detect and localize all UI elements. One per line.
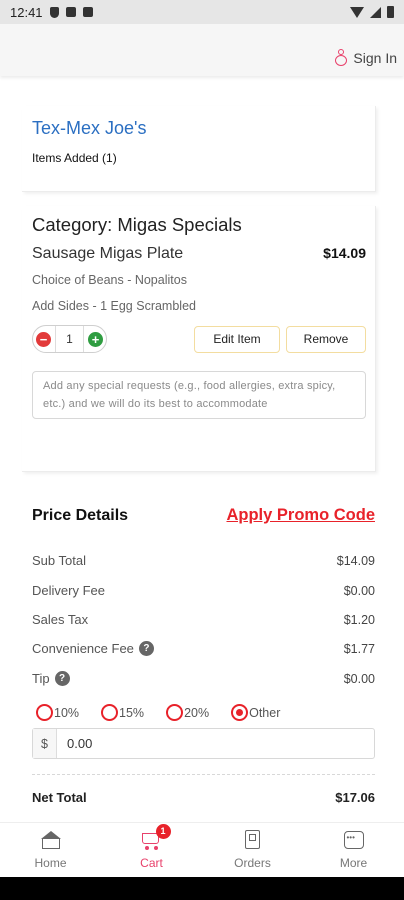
- sales-tax-row: Sales Tax $1.20: [32, 612, 375, 627]
- item-row: Sausage Migas Plate $14.09: [32, 245, 366, 263]
- subtotal-row: Sub Total $14.09: [32, 553, 375, 568]
- restaurant-card: Tex-Mex Joe's Items Added (1): [22, 106, 376, 192]
- item-category: Category: Migas Specials: [32, 214, 242, 235]
- nav-home-label: Home: [34, 856, 67, 870]
- cart-count-badge: 1: [155, 824, 171, 839]
- tip-options: 10% 15% 20% Other: [36, 704, 302, 721]
- net-total-label: Net Total: [32, 790, 87, 805]
- tip-amount-input[interactable]: $ 0.00: [32, 728, 375, 759]
- convenience-fee-value: $1.77: [343, 641, 375, 656]
- item-name: Sausage Migas Plate: [32, 245, 184, 262]
- radio-icon[interactable]: [36, 704, 53, 721]
- item-controls: − 1 + Edit Item Remove: [32, 325, 366, 353]
- nav-orders[interactable]: Orders: [202, 823, 303, 877]
- radio-icon[interactable]: [166, 704, 184, 721]
- wifi-icon: [350, 6, 364, 18]
- quantity-value: 1: [55, 326, 84, 352]
- tip-row: Tip ? $0.00: [32, 671, 375, 686]
- convenience-fee-label-group: Convenience Fee ?: [32, 641, 154, 656]
- apply-promo-code-link[interactable]: Apply Promo Code: [226, 506, 375, 525]
- convenience-fee-row: Convenience Fee ? $1.77: [32, 641, 375, 656]
- sales-tax-value: $1.20: [343, 612, 375, 627]
- help-icon[interactable]: ?: [138, 641, 154, 656]
- app-header: Sign In: [0, 24, 404, 76]
- tip-option-10[interactable]: 10%: [36, 704, 79, 721]
- sd-card-icon: [65, 7, 76, 17]
- tip-label-group: Tip ?: [32, 671, 70, 686]
- sign-in-button[interactable]: Sign In: [335, 49, 397, 66]
- subtotal-value: $14.09: [336, 553, 375, 568]
- tip-option-other[interactable]: Other: [231, 704, 280, 721]
- net-total-row: Net Total $17.06: [32, 790, 375, 805]
- delivery-fee-value: $0.00: [343, 583, 375, 598]
- sales-tax-label: Sales Tax: [32, 612, 89, 627]
- convenience-fee-label: Convenience Fee: [32, 641, 134, 656]
- item-option: Add Sides - 1 Egg Scrambled: [32, 299, 196, 313]
- tip-value: $0.00: [343, 671, 375, 686]
- price-details: Price Details Apply Promo Code Sub Total…: [32, 506, 375, 805]
- subtotal-label: Sub Total: [32, 553, 86, 568]
- tip-amount-value[interactable]: 0.00: [57, 736, 92, 751]
- status-right: [350, 6, 394, 18]
- items-added-count: Items Added (1): [32, 151, 117, 165]
- status-time: 12:41: [10, 4, 43, 20]
- radio-selected-icon[interactable]: [231, 704, 249, 721]
- tip-option-label: 20%: [184, 705, 210, 720]
- tip-option-20[interactable]: 20%: [166, 704, 209, 721]
- nav-orders-label: Orders: [234, 856, 271, 870]
- shield-icon: [49, 6, 59, 18]
- edit-item-button[interactable]: Edit Item: [194, 325, 280, 353]
- sign-in-label: Sign In: [353, 49, 397, 66]
- nav-home[interactable]: Home: [0, 823, 101, 877]
- nav-cart-label: Cart: [140, 856, 163, 870]
- user-icon: [335, 49, 348, 66]
- restaurant-name[interactable]: Tex-Mex Joe's: [32, 118, 366, 139]
- tip-option-label: Other: [249, 705, 281, 720]
- nav-more[interactable]: More: [303, 823, 404, 877]
- decrease-quantity-button[interactable]: −: [36, 331, 51, 347]
- nav-cart[interactable]: 1 Cart: [101, 823, 202, 877]
- special-requests-input[interactable]: Add any special requests (e.g., food all…: [32, 371, 366, 419]
- screen: 12:41 Sign In Tex-Mex Joe's Items Added …: [0, 0, 404, 900]
- bottom-nav: Home 1 Cart Orders More: [0, 822, 404, 877]
- notification-icon: [82, 7, 93, 17]
- more-icon: [343, 830, 365, 850]
- orders-icon: [242, 830, 264, 850]
- battery-icon: [387, 6, 394, 18]
- delivery-fee-label: Delivery Fee: [32, 583, 105, 598]
- help-icon[interactable]: ?: [54, 671, 70, 686]
- delivery-fee-row: Delivery Fee $0.00: [32, 583, 375, 598]
- tip-option-label: 15%: [119, 705, 145, 720]
- remove-item-button[interactable]: Remove: [286, 325, 366, 353]
- nav-more-label: More: [339, 856, 368, 870]
- currency-prefix: $: [33, 729, 57, 758]
- cart-item-card: Category: Migas Specials Sausage Migas P…: [22, 206, 376, 472]
- radio-icon[interactable]: [101, 704, 119, 721]
- tip-option-15[interactable]: 15%: [101, 704, 144, 721]
- tip-option-label: 10%: [54, 705, 80, 720]
- increase-quantity-button[interactable]: +: [88, 331, 103, 347]
- status-bar: 12:41: [0, 0, 404, 24]
- signal-icon: [370, 6, 381, 18]
- home-icon: [40, 830, 62, 850]
- item-price: $14.09: [323, 245, 366, 261]
- divider: [32, 774, 375, 775]
- net-total-value: $17.06: [335, 790, 375, 805]
- cart-icon: 1: [141, 824, 171, 850]
- price-details-header: Price Details Apply Promo Code: [32, 506, 375, 525]
- item-option: Choice of Beans - Nopalitos: [32, 273, 187, 287]
- quantity-stepper: − 1 +: [32, 325, 107, 353]
- system-navigation-bar: [0, 877, 404, 900]
- tip-label: Tip: [32, 671, 50, 686]
- status-left: 12:41: [10, 5, 93, 20]
- price-details-title: Price Details: [32, 506, 129, 524]
